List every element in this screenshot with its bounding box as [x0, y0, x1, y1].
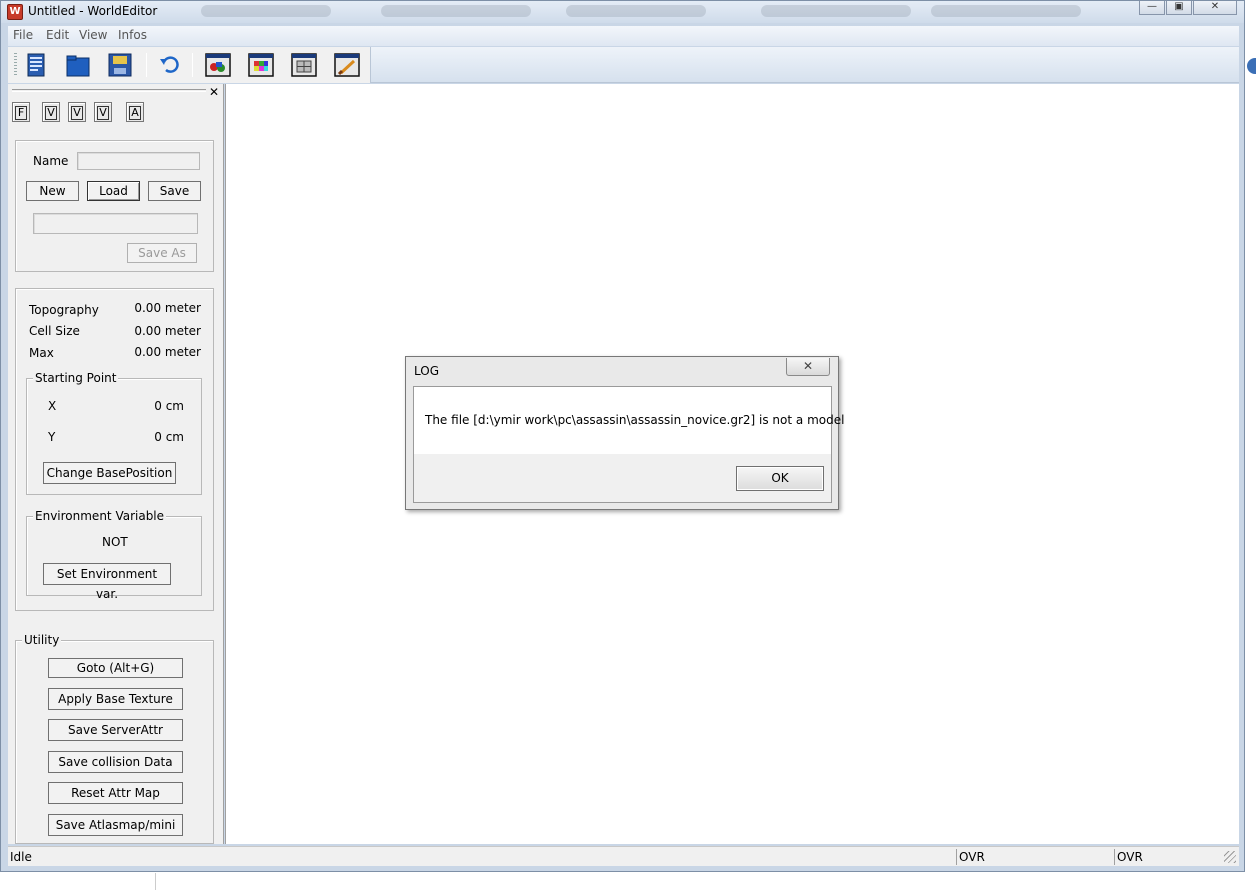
save-atlasmap-button[interactable]: Save Atlasmap/mini — [48, 814, 183, 836]
status-pane-ovr-1: OVR — [956, 849, 1114, 865]
menu-bar: File Edit View Infos — [8, 26, 1239, 46]
name-field[interactable] — [77, 152, 200, 170]
tab-f-label: F — [15, 106, 27, 120]
environment-value: NOT — [102, 535, 128, 549]
cell-size-label: Cell Size — [29, 324, 80, 338]
save-button[interactable]: Save — [148, 181, 201, 201]
close-icon[interactable]: ✕ — [209, 85, 219, 99]
desktop-taskbar-tab — [1247, 58, 1256, 74]
file-path-field[interactable] — [33, 213, 198, 234]
background-tab-ghost — [201, 5, 331, 17]
tab-v3[interactable]: V — [94, 102, 112, 122]
background-tab-ghost — [761, 5, 911, 17]
dialog-close-button[interactable]: ✕ — [786, 358, 830, 376]
y-label: Y — [48, 430, 56, 444]
resize-grip-icon[interactable] — [1224, 851, 1236, 863]
utility-title: Utility — [22, 633, 62, 647]
dialog-message: The file [d:\ymir work\pc\assassin\assas… — [425, 413, 845, 427]
undo-icon[interactable] — [156, 51, 184, 79]
save-collision-data-button[interactable]: Save collision Data — [48, 751, 183, 773]
maximize-button[interactable]: ▣ — [1166, 1, 1192, 15]
goto-button[interactable]: Goto (Alt+G) — [48, 658, 183, 678]
tab-f[interactable]: F — [12, 102, 30, 122]
max-value: 0.00 meter — [134, 345, 201, 359]
tab-a-label: A — [129, 106, 141, 120]
save-as-button[interactable]: Save As — [127, 243, 197, 263]
save-disk-icon[interactable] — [106, 51, 134, 79]
title-bar[interactable]: W Untitled - WorldEditor — ▣ ✕ — [1, 1, 1244, 23]
status-bar: Idle OVR OVR — [8, 846, 1239, 866]
brush-view-icon[interactable] — [333, 51, 361, 79]
ok-button[interactable]: OK — [736, 466, 824, 491]
background-tab-ghost — [931, 5, 1081, 17]
topography-value: 0.00 meter — [134, 301, 201, 315]
load-button[interactable]: Load — [87, 181, 140, 201]
tab-v2-label: V — [71, 106, 83, 120]
reset-attr-map-button[interactable]: Reset Attr Map — [48, 782, 183, 804]
tab-v3-label: V — [97, 106, 109, 120]
window-title: Untitled - WorldEditor — [28, 4, 158, 18]
toolbar-separator — [146, 53, 147, 77]
toolbar — [8, 47, 1239, 83]
open-folder-icon[interactable] — [64, 51, 92, 79]
desktop-bottom — [0, 873, 1256, 890]
left-panel: ✕ F V V V A Name New Load Save Save As T… — [8, 84, 224, 844]
tab-v1[interactable]: V — [42, 102, 60, 122]
menu-infos[interactable]: Infos — [118, 28, 147, 42]
dialog-title: LOG — [414, 364, 440, 378]
new-file-icon[interactable] — [22, 51, 50, 79]
panel-grip[interactable] — [12, 89, 206, 92]
menu-edit[interactable]: Edit — [46, 28, 69, 42]
toolbar-separator — [192, 53, 193, 77]
menu-file[interactable]: File — [13, 28, 33, 42]
x-label: X — [48, 399, 57, 413]
grid-view-icon[interactable] — [290, 51, 318, 79]
apply-base-texture-button[interactable]: Apply Base Texture — [48, 688, 183, 710]
dialog-message-area: The file [d:\ymir work\pc\assassin\assas… — [414, 387, 844, 454]
max-label: Max — [29, 346, 54, 360]
palette-view-icon[interactable] — [247, 51, 275, 79]
new-button[interactable]: New — [26, 181, 79, 201]
y-value: 0 cm — [154, 430, 184, 444]
topography-label: Topography — [29, 303, 99, 317]
name-label: Name — [33, 154, 69, 168]
change-base-position-button[interactable]: Change BasePosition — [43, 462, 176, 484]
environment-title: Environment Variable — [33, 509, 167, 523]
app-logo-icon: W — [7, 4, 23, 20]
dialog-body: The file [d:\ymir work\pc\assassin\assas… — [413, 386, 844, 503]
desktop-edge — [1246, 0, 1256, 890]
menu-view[interactable]: View — [79, 28, 107, 42]
objects-view-icon[interactable] — [204, 51, 232, 79]
minimize-button[interactable]: — — [1139, 1, 1165, 15]
cell-size-value: 0.00 meter — [134, 324, 201, 338]
toolbar-grip[interactable] — [14, 53, 17, 77]
x-value: 0 cm — [154, 399, 184, 413]
tab-v1-label: V — [45, 106, 57, 120]
starting-point-title: Starting Point — [33, 371, 119, 385]
save-serverattr-button[interactable]: Save ServerAttr — [48, 719, 183, 741]
tab-a[interactable]: A — [126, 102, 144, 122]
log-dialog: LOG ✕ The file [d:\ymir work\pc\assassin… — [405, 356, 844, 510]
set-environment-button[interactable]: Set Environment var. — [43, 563, 171, 601]
tab-v2[interactable]: V — [68, 102, 86, 122]
background-tab-ghost — [566, 5, 706, 17]
desktop-divider — [155, 873, 156, 890]
status-text: Idle — [10, 850, 32, 864]
toolbar-main — [8, 47, 371, 83]
status-pane-ovr-2: OVR — [1114, 849, 1218, 865]
background-tab-ghost — [381, 5, 531, 17]
close-window-button[interactable]: ✕ — [1193, 1, 1237, 15]
